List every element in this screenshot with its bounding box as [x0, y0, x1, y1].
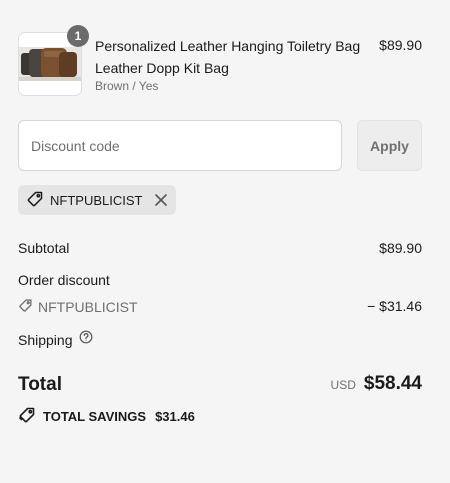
discount-code-name: NFTPUBLICIST [38, 299, 138, 315]
product-name: Personalized Leather Hanging Toiletry Ba… [95, 38, 361, 76]
help-icon[interactable] [79, 330, 93, 349]
discount-code-input[interactable] [18, 120, 342, 171]
total-label: Total [18, 374, 62, 395]
applied-discount-chip: NFTPUBLICIST [18, 185, 177, 215]
currency-code: USD [330, 378, 356, 392]
savings-tag-icon [18, 406, 36, 427]
total-value: $58.44 [363, 373, 422, 394]
shipping-label: Shipping [18, 331, 73, 348]
product-price: $89.90 [379, 37, 422, 53]
savings-value: $31.46 [155, 409, 195, 424]
shipping-line: Shipping [18, 330, 93, 349]
savings-label: TOTAL SAVINGS [43, 409, 147, 424]
close-icon[interactable] [154, 193, 168, 207]
discount-code-line: NFTPUBLICIST [18, 298, 138, 316]
order-discount-label: Order discount [18, 272, 110, 288]
subtotal-value: $89.90 [379, 240, 422, 256]
product-variant: Brown / Yes [95, 79, 159, 93]
quantity-badge: 1 [67, 25, 89, 47]
apply-button[interactable]: Apply [357, 120, 422, 171]
applied-code-label: NFTPUBLICIST [50, 192, 143, 208]
subtotal-label: Subtotal [18, 240, 70, 256]
discount-amount: − $31.46 [367, 298, 422, 314]
tag-icon [18, 298, 33, 316]
tag-icon [26, 190, 44, 211]
total-savings: TOTAL SAVINGS $31.46 [18, 406, 195, 427]
total-amount: USD $58.44 [331, 373, 422, 395]
